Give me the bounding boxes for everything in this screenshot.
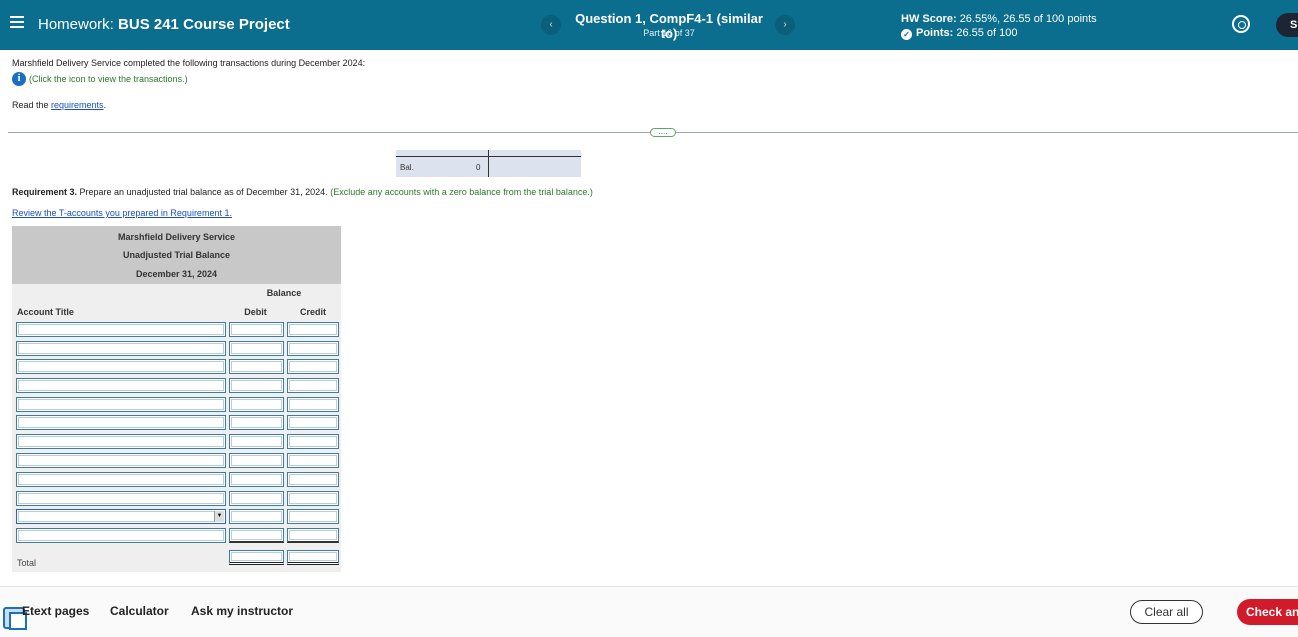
review-t-accounts-link[interactable]: Review the T-accounts you prepared in Re… [12,208,232,218]
debit-input[interactable] [229,472,284,487]
requirement-3-note: (Exclude any accounts with a zero balanc… [327,187,593,197]
previous-question-button[interactable]: ‹ [541,15,561,35]
requirement-3: Requirement 3. Prepare an unadjusted tri… [12,187,593,197]
t-account-divider [488,150,489,177]
debit-input[interactable] [229,509,284,524]
info-row[interactable]: i (Click the icon to view the transactio… [12,72,188,86]
debit-header: Debit [244,307,267,317]
homework-prefix: Homework: [38,16,119,33]
review-t-accounts: Review the T-accounts you prepared in Re… [12,208,232,218]
homework-title: Homework: BUS 241 Course Project [38,16,290,33]
account-title-input[interactable] [16,453,226,468]
company-name: Marshfield Delivery Service [117,232,236,242]
debit-input[interactable] [229,322,284,337]
trial-balance-header: Marshfield Delivery Service Unadjusted T… [12,226,341,284]
read-requirements: Read the requirements. [12,100,106,110]
total-credit-input[interactable] [287,550,339,565]
account-dropdown[interactable]: ▼ [16,509,226,524]
course-name: BUS 241 Course Project [118,16,290,33]
ask-instructor-link[interactable]: Ask my instructor [191,604,293,618]
debit-input[interactable] [229,491,284,506]
read-suffix: . [103,100,107,110]
account-title-header: Account Title [17,307,74,317]
requirement-3-text: Prepare an unadjusted trial balance as o… [77,187,328,197]
next-question-button[interactable]: › [775,15,795,35]
requirement-3-label: Requirement 3. [12,187,78,197]
debit-input[interactable] [229,341,284,356]
debit-input[interactable] [229,397,284,412]
settings-gear-icon[interactable] [1232,15,1250,33]
account-title-input[interactable] [16,491,226,506]
statement-title: Unadjusted Trial Balance [122,250,231,260]
intro-text: Marshfield Delivery Service completed th… [12,58,366,68]
credit-input[interactable] [287,453,339,468]
account-title-input[interactable] [16,472,226,487]
debit-input[interactable] [229,415,284,430]
account-title-input[interactable] [16,434,226,449]
points-value: 26.55 of 100 [956,27,1018,39]
user-avatar[interactable]: S [1276,13,1298,37]
debit-input[interactable] [229,359,284,374]
account-title-input[interactable] [16,341,226,356]
points-label: Points: [916,27,957,39]
account-title-input[interactable] [16,378,226,393]
account-title-input[interactable] [16,359,226,374]
total-debit-input[interactable] [229,550,284,565]
statement-date: December 31, 2024 [135,269,218,279]
read-prefix: Read the [12,100,52,110]
hamburger-menu-icon[interactable] [10,16,24,28]
credit-input[interactable] [287,378,339,393]
account-title-input[interactable] [16,322,226,337]
debit-input[interactable] [229,453,284,468]
credit-input[interactable] [287,528,339,543]
account-title-input[interactable] [16,415,226,430]
credit-input[interactable] [287,322,339,337]
hw-score: HW Score: 26.55%, 26.55 of 100 points [901,13,1097,25]
credit-input[interactable] [287,491,339,506]
credit-input[interactable] [287,509,339,524]
credit-header: Credit [299,307,326,317]
hw-score-value: 26.55%, 26.55 of 100 points [959,13,1097,25]
debit-input[interactable] [229,434,284,449]
credit-input[interactable] [287,472,339,487]
balance-value: 0 [476,163,481,172]
t-account-balance: Bal. 0 [396,150,581,177]
debit-input[interactable] [229,378,284,393]
account-title-input[interactable] [16,397,226,412]
credit-input[interactable] [287,415,339,430]
account-title-input[interactable] [16,528,226,543]
info-icon[interactable]: i [12,72,26,86]
credit-input[interactable] [287,341,339,356]
question-part: Part 16 of 37 [643,28,695,38]
partial-credit-icon: ✓ [901,29,912,40]
expand-more-button[interactable]: .... [650,128,676,137]
balance-column-header: Balance [266,288,302,298]
calculator-link[interactable]: Calculator [110,604,169,618]
credit-input[interactable] [287,359,339,374]
credit-input[interactable] [287,434,339,449]
etext-pages-link[interactable]: Etext pages [22,604,89,618]
bottom-bar: Etext pages Calculator Ask my instructor… [0,586,1298,637]
clear-all-button[interactable]: Clear all [1130,600,1203,624]
balance-label: Bal. [400,163,414,172]
trial-balance-table: Marshfield Delivery Service Unadjusted T… [12,226,341,572]
check-answer-button[interactable]: Check answer [1237,599,1298,625]
top-bar: Homework: BUS 241 Course Project ‹ Quest… [0,0,1298,50]
points: ✓ Points: 26.55 of 100 [901,27,1018,40]
dropdown-arrow-icon[interactable]: ▼ [214,511,224,522]
credit-input[interactable] [287,397,339,412]
info-text: (Click the icon to view the transactions… [29,74,188,84]
requirements-link[interactable]: requirements [51,100,104,110]
total-label: Total [17,558,37,568]
debit-input[interactable] [229,528,284,543]
hw-score-label: HW Score: [901,13,960,25]
